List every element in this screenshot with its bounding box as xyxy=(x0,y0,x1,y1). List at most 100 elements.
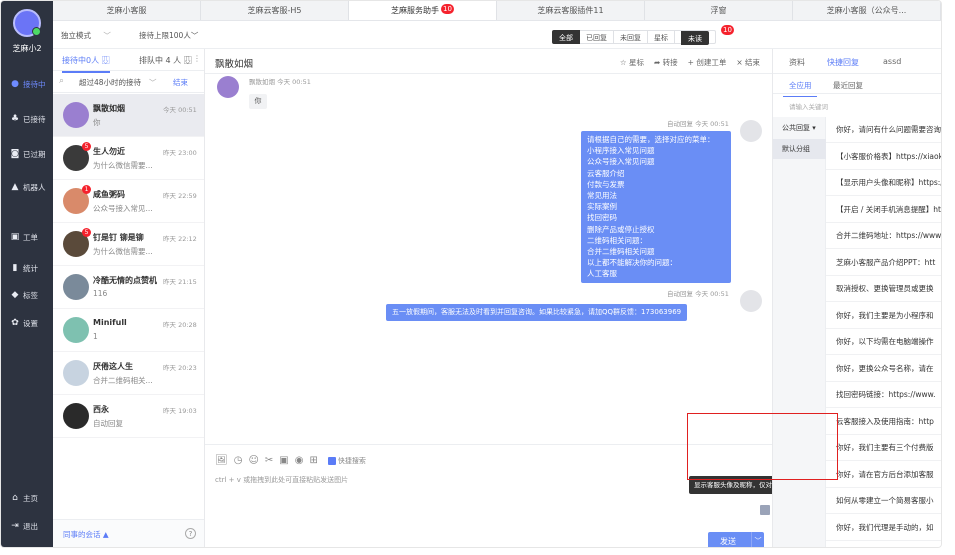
quick-reply-item[interactable]: 合并二维码地址：https://www. xyxy=(826,223,941,249)
quick-reply-item[interactable]: 你好，以下均需在电脑端操作 xyxy=(826,329,941,355)
chevron-down-icon[interactable]: ﹀ xyxy=(149,77,157,88)
filter-replied[interactable]: 已回复 xyxy=(580,30,614,44)
tab-receiving[interactable]: 接待中0人 ⇩⃞ xyxy=(62,55,110,73)
session-item[interactable]: 厌倦这人生 昨天 20:23 合并二维码相关... xyxy=(53,352,204,395)
product-tab[interactable]: 芝麻小客服（公众号... xyxy=(793,1,941,20)
nav-item-robot[interactable]: ▲ 机器人 xyxy=(1,178,53,196)
time-filter-select[interactable]: 超过48小时的接待 xyxy=(79,77,141,88)
filter-starred[interactable]: 星标 xyxy=(648,30,675,44)
filter-bar: 独立模式 ﹀ 接待上限100人﹀ 全部 已回复 未回复 星标 未读 10 xyxy=(53,21,941,49)
mode-select[interactable]: 独立模式 ﹀ xyxy=(61,30,111,41)
nav-item-expired[interactable]: ◙ 已过期 xyxy=(1,145,53,163)
session-item[interactable]: 5 钉是钉 铆是铆 昨天 22:12 为什么微信需要... xyxy=(53,223,204,266)
tab-recent[interactable]: 最近回复 xyxy=(833,80,863,91)
menu-line[interactable]: 删除产品或停止授权 xyxy=(587,224,725,235)
tab-queue[interactable]: 排队中 4 人 ⇩⃞ xyxy=(139,55,192,66)
tab-assd[interactable]: assd xyxy=(883,57,901,66)
quick-reply-item[interactable]: 你好，请问有什么问题需要咨询吗 xyxy=(826,117,941,143)
product-tab[interactable]: 芝麻云客服插件11 xyxy=(497,1,645,20)
filter-all[interactable]: 全部 xyxy=(552,30,580,44)
nav-item-home[interactable]: ⌂ 主页 xyxy=(1,489,53,507)
quick-reply-item[interactable]: 取消授权、更换管理员或更换 xyxy=(826,276,941,302)
product-tab[interactable]: 芝麻云客服-H5 xyxy=(201,1,349,20)
create-ticket-button[interactable]: + 创建工单 xyxy=(688,57,727,68)
colleague-sessions-bar[interactable]: 同事的会话 ▲ ? xyxy=(53,519,204,547)
menu-line[interactable]: 以上都不能解决你的问题： xyxy=(587,257,725,268)
nav-item-tags[interactable]: ◆ 标签 xyxy=(1,286,53,304)
end-sessions-button[interactable]: 结束 xyxy=(173,77,188,88)
nav-label: 退出 xyxy=(23,521,38,531)
tab-quick-reply[interactable]: 快捷回复 xyxy=(827,57,859,68)
filter-unreplied[interactable]: 未回复 xyxy=(614,30,648,44)
quick-reply-item[interactable]: 你好，我们代理是手动的，如 xyxy=(826,515,941,541)
session-item[interactable]: 5 生人勿近 昨天 23:00 为什么微信需要... xyxy=(53,137,204,180)
menu-line[interactable]: 合并二维码相关问题 xyxy=(587,246,725,257)
right-tabs: 资料 快捷回复 assd xyxy=(773,49,941,74)
chevron-down-icon[interactable]: ﹀ xyxy=(751,532,764,547)
session-item[interactable]: 1 咸鱼粥码 昨天 22:59 公众号接入常见... xyxy=(53,180,204,223)
link-icon[interactable]: ◉ xyxy=(295,455,304,466)
image-icon[interactable]: 🖼 xyxy=(215,455,228,466)
quick-reply-item[interactable]: 你好，请在官方后台添加客服 xyxy=(826,462,941,488)
quick-reply-item[interactable]: 你好，我们主要有三个付费版 xyxy=(826,435,941,461)
menu-line[interactable]: 付款与发票 xyxy=(587,179,725,190)
account-avatar[interactable] xyxy=(13,9,41,37)
file-icon[interactable]: ⊞ xyxy=(309,455,317,466)
history-icon[interactable]: ◷ xyxy=(234,455,243,466)
session-preview: 自动回复 xyxy=(93,419,123,428)
filter-unread[interactable]: 未读 xyxy=(675,30,716,45)
menu-line[interactable]: 公众号接入常见问题 xyxy=(587,156,725,167)
search-icon[interactable]: ⌕ xyxy=(59,76,64,86)
emoji-icon[interactable]: ☺ xyxy=(248,455,258,466)
quick-reply-item[interactable]: 找回密码链接：https://www. xyxy=(826,382,941,408)
session-list-panel: 接待中0人 ⇩⃞ 排队中 4 人 ⇩⃞ ⋮ ⌕ 超过48小时的接待 ﹀ 结束 飘… xyxy=(53,49,205,547)
quick-reply-item[interactable]: 芝麻小客服产品介绍PPT：htt xyxy=(826,250,941,276)
quick-reply-item[interactable]: 云客服接入及使用指南：http xyxy=(826,409,941,435)
nav-item-receiving[interactable]: ● 接待中 xyxy=(1,75,53,93)
menu-line[interactable]: 小程序接入常见问题 xyxy=(587,145,725,156)
avatar xyxy=(63,317,89,343)
composer-hint[interactable]: ctrl + v 或拖拽到此处可直接粘贴发送图片 xyxy=(215,475,348,485)
menu-line[interactable]: 人工客服 xyxy=(587,268,725,279)
product-tab[interactable]: 芝麻小客服 xyxy=(53,1,201,20)
nav-item-logout[interactable]: ⇥ 退出 xyxy=(1,517,53,535)
nav-item-ticket[interactable]: ▣ 工单 xyxy=(1,228,53,246)
quick-reply-item[interactable]: 如果需要更换微信，请前往公 xyxy=(826,541,941,547)
quick-reply-item[interactable]: 【小客服价格表】https://xiaokefu xyxy=(826,144,941,170)
help-icon[interactable]: ? xyxy=(185,528,196,539)
limit-select[interactable]: 接待上限100人﹀ xyxy=(139,30,198,41)
category-public[interactable]: 公共回复 ▾ xyxy=(782,123,816,133)
nav-item-stats[interactable]: ▮ 统计 xyxy=(1,259,53,277)
nav-item-received[interactable]: ♣ 已接待 xyxy=(1,110,53,128)
menu-line[interactable]: 实际案例 xyxy=(587,201,725,212)
quick-reply-search-input[interactable]: 请输入关键词 xyxy=(789,101,828,111)
card-icon[interactable]: ▣ xyxy=(279,455,288,466)
end-chat-button[interactable]: × 结束 xyxy=(736,57,760,68)
transfer-button[interactable]: ➦ 转接 xyxy=(654,57,678,68)
session-item[interactable]: 西永 昨天 19:03 自动回复 xyxy=(53,395,204,438)
product-tab[interactable]: 浮窗 xyxy=(645,1,793,20)
tab-all-apps[interactable]: 全应用 xyxy=(783,80,817,97)
quick-reply-item[interactable]: 你好，我们主要是为小程序和 xyxy=(826,303,941,329)
session-item[interactable]: 飘散如烟 今天 00:51 你 xyxy=(53,94,204,137)
quick-reply-item[interactable]: 你好，更换公众号名称，请在 xyxy=(826,356,941,382)
star-button[interactable]: ☆ 星标 xyxy=(620,57,644,68)
quick-reply-item[interactable]: 【显示用户头像和昵称】https:// xyxy=(826,170,941,196)
session-item[interactable]: Minifull 昨天 20:28 1 xyxy=(53,309,204,352)
nav-item-settings[interactable]: ✿ 设置 xyxy=(1,314,53,332)
product-tab-active[interactable]: 芝麻服务助手 10 xyxy=(349,1,497,20)
session-item[interactable]: 冷酷无情的点赞机 昨天 21:15 116 xyxy=(53,266,204,309)
scissors-icon[interactable]: ✂ xyxy=(265,455,273,466)
quick-search-toggle[interactable]: 快捷搜索 xyxy=(327,456,366,466)
send-button[interactable]: 发送 ﹀ xyxy=(708,532,764,547)
quick-reply-item[interactable]: 【开启 / 关闭手机消息提醒】ht xyxy=(826,197,941,223)
quick-reply-item[interactable]: 如何从零建立一个简易客服小 xyxy=(826,488,941,514)
category-default-group[interactable]: 默认分组 xyxy=(773,139,826,159)
menu-line[interactable]: 常见用法 xyxy=(587,190,725,201)
more-icon[interactable]: ⋮ xyxy=(193,54,201,63)
show-avatar-toggle-icon[interactable] xyxy=(760,505,770,515)
menu-line[interactable]: 找回密码 xyxy=(587,212,725,223)
menu-line[interactable]: 云客服介绍 xyxy=(587,168,725,179)
menu-line[interactable]: 二维码相关问题： xyxy=(587,235,725,246)
tab-profile[interactable]: 资料 xyxy=(789,57,805,68)
